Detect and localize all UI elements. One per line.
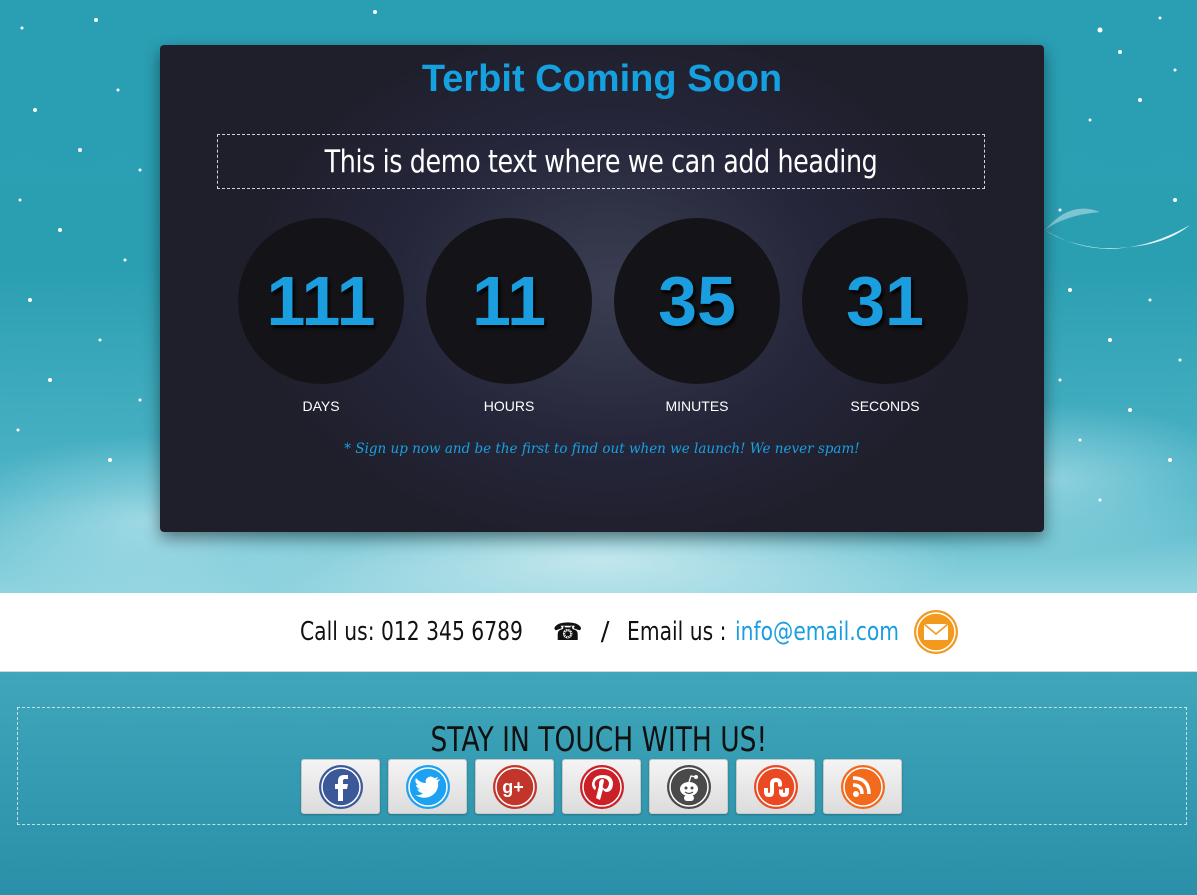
- signup-note: * Sign up now and be the first to find o…: [344, 441, 860, 457]
- moon-crescent: [1045, 208, 1190, 249]
- pinterest-icon: [579, 764, 624, 809]
- reddit-button[interactable]: [649, 759, 728, 814]
- headline-text: This is demo text where we can add headi…: [324, 143, 878, 180]
- days-label: DAYS: [302, 398, 340, 414]
- call-us-text: Call us: 012 345 6789: [300, 617, 523, 647]
- hours-label: HOURS: [483, 398, 535, 414]
- days-counter: 111: [238, 218, 404, 384]
- minutes-label: MINUTES: [665, 398, 729, 414]
- rss-button[interactable]: [823, 759, 902, 814]
- seconds-value: 31: [846, 262, 924, 340]
- seconds-label: SECONDS: [850, 398, 920, 414]
- svg-text:g+: g+: [502, 777, 524, 797]
- reddit-icon: [666, 764, 711, 809]
- phone-icon: ☎: [552, 618, 583, 646]
- seconds-counter: 31: [802, 218, 968, 384]
- twitter-button[interactable]: [388, 759, 467, 814]
- facebook-icon: [318, 764, 363, 809]
- contact-bar: Call us: 012 345 6789 ☎ / Email us : inf…: [0, 593, 1197, 672]
- minutes-counter: 35: [614, 218, 780, 384]
- contact-row: Call us: 012 345 6789 ☎ / Email us : inf…: [300, 607, 959, 657]
- social-title: STAY IN TOUCH WITH US!: [430, 720, 767, 760]
- countdown-panel: Terbit Coming Soon This is demo text whe…: [160, 45, 1044, 532]
- hours-value: 11: [472, 262, 546, 340]
- social-buttons: g+: [301, 759, 902, 814]
- days-value: 111: [266, 262, 376, 340]
- mail-icon[interactable]: [913, 609, 959, 655]
- headline-box: This is demo text where we can add headi…: [217, 134, 985, 189]
- email-us-text: Email us :: [627, 617, 727, 647]
- twitter-icon: [405, 764, 450, 809]
- page-title: Terbit Coming Soon: [421, 58, 783, 100]
- rss-icon: [840, 764, 885, 809]
- minutes-value: 35: [658, 262, 736, 340]
- google-plus-button[interactable]: g+: [475, 759, 554, 814]
- pinterest-button[interactable]: [562, 759, 641, 814]
- email-link[interactable]: info@email.com: [735, 617, 899, 647]
- separator: /: [600, 617, 610, 647]
- stumbleupon-button[interactable]: [736, 759, 815, 814]
- hours-counter: 11: [426, 218, 592, 384]
- google-plus-icon: g+: [492, 764, 537, 809]
- stumbleupon-icon: [753, 764, 798, 809]
- facebook-button[interactable]: [301, 759, 380, 814]
